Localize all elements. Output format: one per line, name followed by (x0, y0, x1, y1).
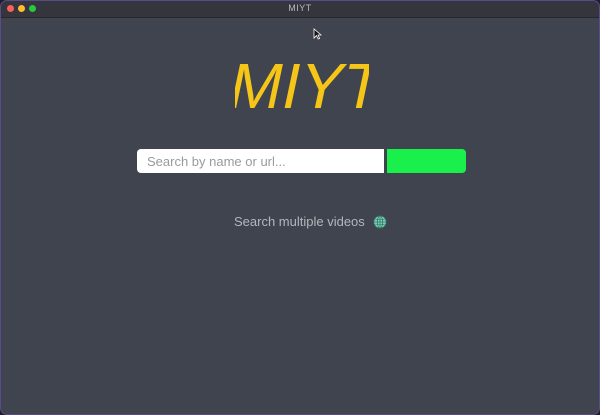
logo-text: MIYT (235, 51, 369, 111)
search-multiple-videos-label: Search multiple videos (234, 214, 365, 229)
mouse-cursor-icon (313, 28, 322, 40)
title-bar: MIYT (1, 1, 599, 18)
search-input[interactable] (137, 149, 384, 173)
globe-icon (373, 214, 387, 229)
search-multiple-videos-link[interactable]: Search multiple videos (234, 214, 387, 229)
window-title: MIYT (288, 3, 312, 13)
miyt-logo: MIYT (235, 51, 369, 111)
app-window: MIYT MIYT Search multiple videos (0, 0, 600, 415)
search-button[interactable] (387, 149, 466, 173)
